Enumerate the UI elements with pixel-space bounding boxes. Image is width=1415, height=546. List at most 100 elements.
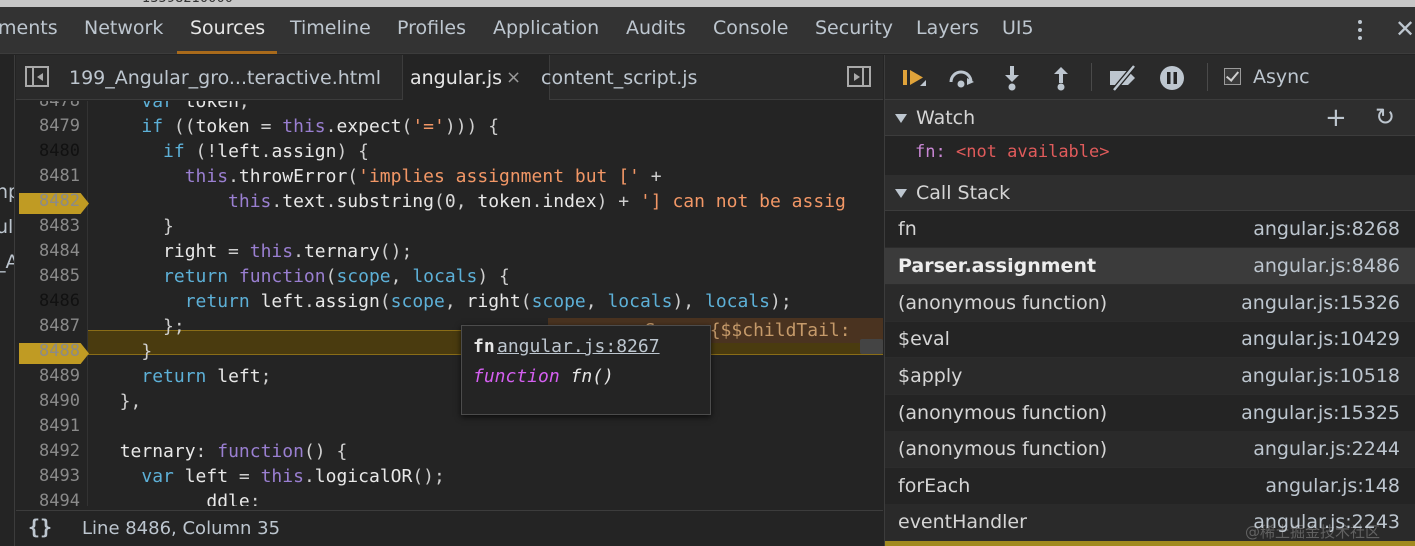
tab-layers[interactable]: Layers bbox=[916, 17, 979, 39]
call-frame-name: (anonymous function) bbox=[898, 292, 1108, 314]
step-out-icon[interactable] bbox=[1048, 65, 1074, 91]
hover-popover: fn angular.js:8267 function fn() bbox=[461, 325, 711, 415]
call-frame-location[interactable]: angular.js:8486 bbox=[1253, 255, 1400, 277]
call-frame-location[interactable]: angular.js:148 bbox=[1265, 475, 1400, 497]
tab-ui5[interactable]: UI5 bbox=[1002, 17, 1034, 39]
line-gutter[interactable]: 8478 8479 8480 8481 8482 8483 8484 8485 … bbox=[16, 101, 89, 506]
pause-on-exceptions-icon[interactable] bbox=[1159, 65, 1185, 91]
step-into-icon[interactable] bbox=[999, 65, 1025, 91]
call-frame[interactable]: forEach angular.js:148 bbox=[885, 468, 1415, 505]
navigator-fragment: np bbox=[0, 181, 14, 203]
tab-console[interactable]: Console bbox=[713, 17, 788, 39]
more-options-icon[interactable] bbox=[1352, 17, 1368, 43]
watch-expression-value: <not available> bbox=[955, 142, 1110, 162]
code-line: }, bbox=[98, 391, 142, 412]
call-frame[interactable]: $apply angular.js:10518 bbox=[885, 358, 1415, 395]
call-frame-location[interactable]: angular.js:10518 bbox=[1241, 365, 1400, 387]
line-number[interactable]: 8494 bbox=[16, 489, 80, 506]
resume-icon[interactable] bbox=[901, 65, 927, 91]
tab-audits[interactable]: Audits bbox=[626, 17, 686, 39]
line-number[interactable]: 8492 bbox=[16, 439, 80, 464]
line-number[interactable]: 8480 bbox=[16, 139, 80, 164]
overview-ruler-marker bbox=[860, 339, 883, 354]
watch-expression[interactable]: fn: <not available> bbox=[915, 142, 1110, 162]
call-frame[interactable]: (anonymous function) angular.js:15326 bbox=[885, 285, 1415, 322]
popover-location-link[interactable]: angular.js:8267 bbox=[497, 336, 660, 357]
add-watch-icon[interactable]: + bbox=[1325, 103, 1347, 133]
code-line: if (!left.assign) { bbox=[163, 141, 369, 162]
code-line: ddle; bbox=[206, 491, 261, 506]
deactivate-breakpoints-icon[interactable] bbox=[1108, 65, 1140, 91]
tab-profiles[interactable]: Profiles bbox=[397, 17, 466, 39]
watermark: @稀土掘金技术社区 bbox=[1245, 523, 1381, 541]
call-frame[interactable]: (anonymous function) angular.js:2244 bbox=[885, 431, 1415, 468]
line-number[interactable]: 8483 bbox=[16, 214, 80, 239]
line-number[interactable]: 8493 bbox=[16, 464, 80, 489]
call-frame-location[interactable]: angular.js:15325 bbox=[1241, 402, 1400, 424]
watch-expression-name: fn bbox=[915, 142, 936, 162]
debugger-toolbar: Async bbox=[885, 55, 1415, 100]
popover-keyword: function bbox=[473, 366, 560, 387]
call-frame-name: forEach bbox=[898, 475, 971, 497]
code-line: right = this.ternary(); bbox=[163, 241, 413, 262]
cursor-position: Line 8486, Column 35 bbox=[82, 518, 281, 539]
code-line: if ((token = this.expect('='))) { bbox=[141, 116, 500, 137]
debugger-sidebar: Async Watch + ↻ fn: <not available> Call… bbox=[884, 55, 1415, 546]
tab-security[interactable]: Security bbox=[815, 17, 893, 39]
line-number[interactable]: 8489 bbox=[16, 364, 80, 389]
call-frame[interactable]: Parser.assignment angular.js:8486 bbox=[885, 248, 1415, 285]
call-frame-location[interactable]: angular.js:15326 bbox=[1241, 292, 1400, 314]
line-number[interactable]: 8487 bbox=[16, 314, 80, 339]
tab-network[interactable]: Network bbox=[84, 17, 163, 39]
line-number[interactable]: 8490 bbox=[16, 389, 80, 414]
file-tab-angular[interactable]: angular.js bbox=[410, 67, 502, 89]
popover-name: fn bbox=[473, 336, 495, 357]
line-number[interactable]: 8481 bbox=[16, 164, 80, 189]
source-editor: 199_Angular_gro...teractive.html angular… bbox=[16, 55, 883, 546]
code-line: } bbox=[98, 341, 153, 362]
call-frame-location[interactable]: angular.js:8268 bbox=[1253, 218, 1400, 240]
active-tab-indicator bbox=[177, 51, 277, 54]
call-stack-section-header[interactable]: Call Stack bbox=[885, 175, 1415, 211]
close-devtools-icon[interactable]: ✕ bbox=[1395, 15, 1415, 43]
async-checkbox[interactable] bbox=[1224, 68, 1241, 85]
line-number[interactable]: 8491 bbox=[16, 414, 80, 439]
line-number[interactable]: 8486 bbox=[16, 289, 80, 314]
line-number[interactable]: 8488 bbox=[16, 339, 80, 364]
call-frame-location[interactable]: angular.js:2244 bbox=[1253, 438, 1400, 460]
call-frame[interactable]: fn angular.js:8268 bbox=[885, 211, 1415, 248]
toggle-debugger-icon[interactable] bbox=[847, 66, 871, 87]
pretty-print-button[interactable]: {} bbox=[28, 515, 52, 539]
code-line: ternary: function() { bbox=[119, 441, 348, 462]
line-number[interactable]: 8482 bbox=[16, 189, 80, 214]
tab-sources[interactable]: Sources bbox=[190, 17, 265, 39]
call-frame-location[interactable]: angular.js:10429 bbox=[1241, 328, 1400, 350]
toggle-navigator-icon[interactable] bbox=[25, 66, 49, 87]
code-line: var left = this.logicalOR(); bbox=[141, 466, 445, 487]
code-line: return function(scope, locals) { bbox=[163, 266, 510, 287]
call-frame[interactable]: $eval angular.js:10429 bbox=[885, 321, 1415, 358]
line-number[interactable]: 8484 bbox=[16, 239, 80, 264]
call-frame[interactable]: (anonymous function) angular.js:15325 bbox=[885, 395, 1415, 432]
chevron-down-icon bbox=[895, 114, 907, 123]
file-tab-content-script[interactable]: content_script.js bbox=[541, 67, 697, 89]
code-line: this.text.substring(0, token.index) + ']… bbox=[228, 191, 846, 212]
tab-application[interactable]: Application bbox=[493, 17, 599, 39]
toolbar-separator bbox=[1207, 63, 1208, 91]
file-tab-html[interactable]: 199_Angular_gro...teractive.html bbox=[69, 67, 381, 89]
tab-elements[interactable]: ments bbox=[0, 17, 58, 39]
line-number[interactable]: 8479 bbox=[16, 114, 80, 139]
watch-separator: : bbox=[935, 142, 956, 162]
watch-title: Watch bbox=[916, 107, 976, 129]
watch-section-header[interactable]: Watch + ↻ bbox=[885, 100, 1415, 136]
code-line: } bbox=[98, 216, 174, 237]
code-line: var token; bbox=[141, 101, 250, 112]
refresh-icon[interactable]: ↻ bbox=[1375, 103, 1395, 131]
line-number[interactable]: 8478 bbox=[16, 101, 80, 114]
line-number[interactable]: 8485 bbox=[16, 264, 80, 289]
top-strip-text: 13598210000 bbox=[142, 0, 233, 6]
close-tab-icon[interactable]: × bbox=[506, 67, 521, 88]
tab-timeline[interactable]: Timeline bbox=[290, 17, 371, 39]
step-over-icon[interactable] bbox=[948, 65, 974, 91]
code-area[interactable]: 8478 8479 8480 8481 8482 8483 8484 8485 … bbox=[16, 101, 883, 506]
